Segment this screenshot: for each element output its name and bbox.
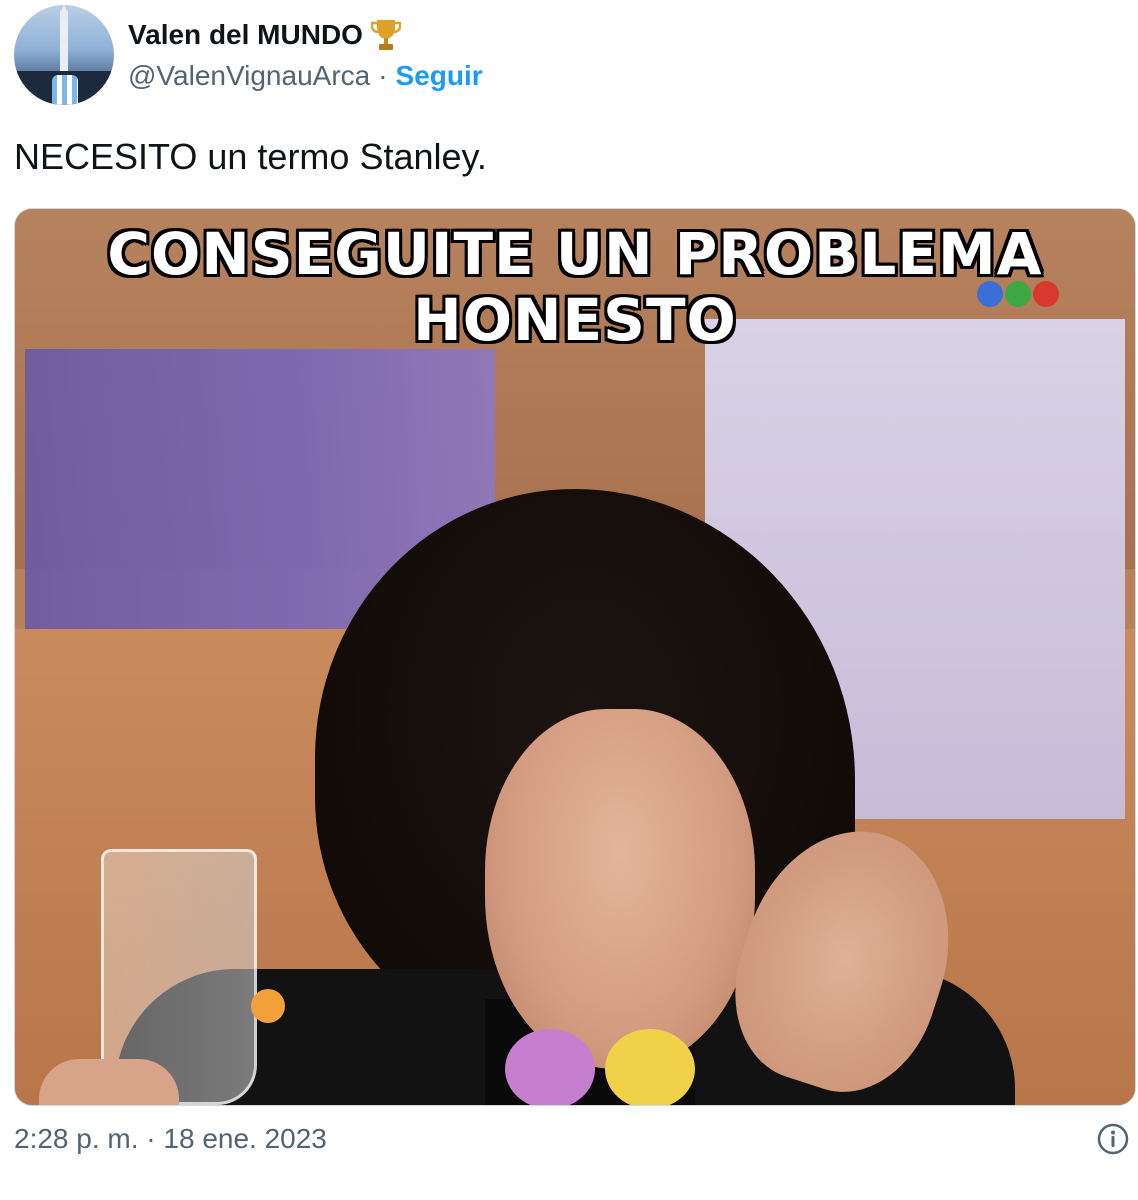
channel-bug-logo bbox=[85, 969, 295, 1059]
meme-caption-line1: CONSEGUITE UN PROBLEMA bbox=[107, 220, 1043, 288]
trophy-icon bbox=[370, 18, 401, 52]
avatar[interactable] bbox=[14, 5, 114, 105]
tweet-header: Valen del MUNDO @ValenVignauArca · Segui… bbox=[14, 0, 483, 110]
tweet-media-image[interactable]: CONSEGUITE UN PROBLEMA HONESTO bbox=[14, 208, 1136, 1106]
handle-row: @ValenVignauArca · Seguir bbox=[128, 60, 483, 92]
image-person-face bbox=[485, 709, 755, 1069]
channel-bug-dot bbox=[251, 989, 285, 1023]
follow-button[interactable]: Seguir bbox=[396, 60, 483, 92]
meme-caption: CONSEGUITE UN PROBLEMA HONESTO bbox=[15, 221, 1135, 353]
author-handle[interactable]: @ValenVignauArca bbox=[128, 60, 370, 92]
tweet-footer: 2:28 p. m. · 18 ene. 2023 bbox=[14, 1122, 1130, 1156]
tweet-card: Valen del MUNDO @ValenVignauArca · Segui… bbox=[0, 0, 1138, 1200]
separator-dot: · bbox=[378, 60, 388, 91]
author-info: Valen del MUNDO @ValenVignauArca · Segui… bbox=[128, 18, 483, 92]
meme-caption-line2: HONESTO bbox=[413, 286, 737, 354]
display-name[interactable]: Valen del MUNDO bbox=[128, 19, 363, 51]
display-name-row: Valen del MUNDO bbox=[128, 18, 483, 52]
image-person-hand-left bbox=[39, 1059, 179, 1105]
avatar-shirt bbox=[52, 75, 78, 105]
image-flower bbox=[505, 1029, 595, 1105]
tweet-text: NECESITO un termo Stanley. bbox=[14, 136, 487, 177]
info-icon[interactable] bbox=[1096, 1122, 1130, 1156]
tweet-timestamp[interactable]: 2:28 p. m. · 18 ene. 2023 bbox=[14, 1123, 327, 1155]
image-flower bbox=[605, 1029, 695, 1105]
